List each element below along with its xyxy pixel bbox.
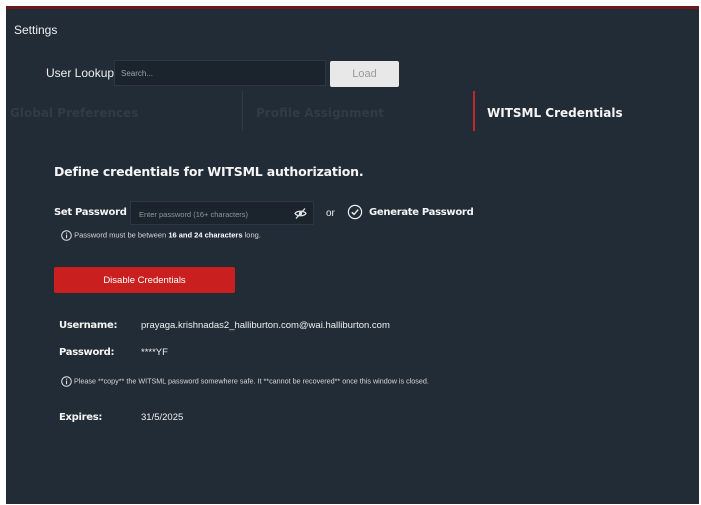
load-button[interactable]: Load (330, 61, 399, 87)
password-value: ****YF (141, 347, 168, 358)
expires-label: Expires: (59, 412, 103, 423)
hint-text-suffix: long. (242, 230, 261, 240)
disable-credentials-button[interactable]: Disable Credentials (54, 267, 235, 293)
set-password-label: Set Password (54, 207, 127, 218)
tab-witsml-credentials[interactable]: WITSML Credentials (487, 99, 623, 127)
password-input[interactable] (131, 202, 301, 226)
info-icon (61, 230, 72, 241)
generate-password-label[interactable]: Generate Password (369, 207, 474, 218)
generate-password-checkbox[interactable] (347, 204, 363, 220)
user-lookup-label: User Lookup (46, 66, 115, 80)
tab-divider (242, 91, 243, 131)
copy-warning-text: Please **copy** the WITSML password some… (74, 376, 429, 386)
section-heading: Define credentials for WITSML authorizat… (54, 164, 364, 179)
password-field (130, 201, 314, 226)
tab-profile-assignment[interactable]: Profile Assignment (256, 99, 384, 127)
copy-warning: Please **copy** the WITSML password some… (61, 376, 429, 387)
password-hint: Password must be between 16 and 24 chara… (61, 230, 261, 241)
hint-text-emphasis: 16 and 24 characters (168, 230, 243, 240)
panel-title: Settings (14, 23, 58, 37)
info-icon (61, 376, 72, 387)
username-value: prayaga.krishnadas2_halliburton.com@wai.… (141, 320, 390, 331)
password-label: Password: (59, 347, 115, 358)
tab-global-preferences[interactable]: Global Preferences (10, 99, 138, 127)
eye-off-icon[interactable] (294, 207, 307, 220)
expires-value: 31/5/2025 (141, 412, 184, 423)
hint-text-prefix: Password must be between (74, 230, 169, 240)
user-search-input[interactable] (114, 60, 326, 86)
or-separator: or (326, 208, 335, 219)
settings-panel: Settings User Lookup Load Global Prefere… (6, 6, 699, 504)
username-label: Username: (59, 320, 118, 331)
active-tab-indicator (473, 91, 475, 131)
tab-bar: Global Preferences Profile Assignment WI… (6, 91, 699, 131)
